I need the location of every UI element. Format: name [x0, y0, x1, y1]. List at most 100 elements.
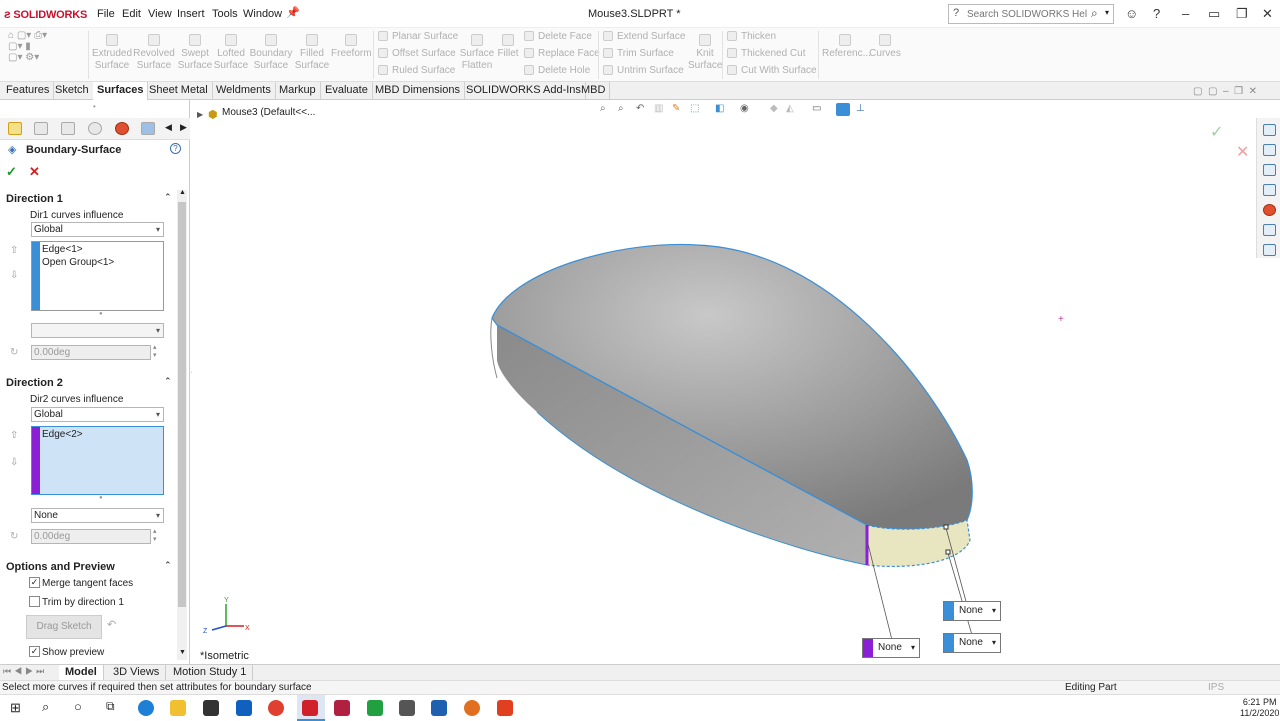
- firefox-icon[interactable]: [464, 700, 480, 716]
- restore-icon[interactable]: ▭: [1208, 6, 1220, 22]
- camtasia-icon[interactable]: [367, 700, 383, 716]
- file-explorer-icon[interactable]: [1263, 184, 1276, 196]
- planar-surface-button[interactable]: Planar Surface: [378, 31, 458, 42]
- confirm-corner-check-icon[interactable]: ✓: [1210, 122, 1223, 142]
- pane-left-arrow-icon[interactable]: ◀: [165, 122, 172, 133]
- reverse-direction-icon[interactable]: ↻: [10, 347, 18, 358]
- minimize-icon[interactable]: –: [1182, 6, 1189, 21]
- home-icon[interactable]: [1263, 124, 1276, 136]
- zoom-area-icon[interactable]: ⌕: [618, 103, 624, 114]
- curves-button[interactable]: Curves: [866, 34, 904, 60]
- scroll-up-icon[interactable]: ▲: [179, 189, 186, 196]
- search-icon[interactable]: ⌕: [1091, 6, 1098, 21]
- dimxpert-manager-icon[interactable]: [88, 122, 102, 135]
- status-units[interactable]: IPS: [1208, 682, 1224, 693]
- lofted-surface-button[interactable]: Lofted Surface: [213, 34, 249, 72]
- outlook-icon[interactable]: [236, 700, 252, 716]
- tab-mbd[interactable]: MBD: [577, 82, 611, 100]
- boundary-surface-button[interactable]: Boundary Surface: [249, 34, 293, 72]
- word-icon[interactable]: [431, 700, 447, 716]
- collapse-direction1-icon[interactable]: ⌃: [164, 192, 172, 203]
- pm-scrollbar[interactable]: ▲ ▼: [177, 189, 187, 660]
- trim-by-direction-checkbox[interactable]: [29, 596, 40, 607]
- file-explorer-icon[interactable]: [170, 700, 186, 716]
- cam-manager-icon[interactable]: [141, 122, 155, 135]
- cortana-icon[interactable]: ○: [74, 699, 82, 714]
- list-item[interactable]: Edge<1>: [42, 244, 83, 255]
- taskbar-clock[interactable]: 6:21 PM 11/2/2020: [1240, 697, 1279, 719]
- solidworks-taskbar-icon[interactable]: [302, 700, 318, 716]
- help-circle-icon[interactable]: ?: [170, 143, 181, 154]
- section-view-icon[interactable]: ▥: [654, 103, 663, 114]
- tab-sheet-metal[interactable]: Sheet Metal: [145, 82, 213, 100]
- tab-motion-study[interactable]: Motion Study 1: [167, 665, 254, 681]
- thickened-cut-button[interactable]: Thickened Cut: [727, 48, 805, 59]
- pin-icon[interactable]: 📌: [286, 6, 300, 19]
- feature-manager-icon[interactable]: [8, 122, 22, 135]
- delete-hole-button[interactable]: Delete Hole: [524, 65, 590, 76]
- edit-appearance-icon[interactable]: ◆: [770, 103, 778, 114]
- menu-insert[interactable]: Insert: [177, 8, 205, 20]
- resources-icon[interactable]: [1263, 144, 1276, 156]
- dir2-angle-spinner[interactable]: ▴ ▾: [153, 528, 157, 544]
- tab-model[interactable]: Model: [59, 665, 104, 681]
- graphics-area[interactable]: + Y X Z ▶ ⬢ Mouse3 (Default<<... *Isomet…: [192, 100, 1254, 664]
- property-manager-icon[interactable]: [34, 122, 48, 135]
- tree-path[interactable]: Mouse3 (Default<<...: [222, 107, 315, 118]
- fillet-button[interactable]: Fillet: [496, 34, 520, 60]
- edge-browser-icon[interactable]: [138, 700, 154, 716]
- surface-flatten-button[interactable]: Surface Flatten: [458, 34, 496, 72]
- search-box[interactable]: ? ⌕ ▾: [948, 4, 1114, 24]
- replace-face-button[interactable]: Replace Face: [524, 48, 600, 59]
- chrome-icon[interactable]: [268, 700, 284, 716]
- offset-surface-button[interactable]: Offset Surface: [378, 48, 456, 59]
- ok-check-icon[interactable]: ✓: [6, 164, 17, 180]
- tab-evaluate[interactable]: Evaluate: [321, 82, 373, 100]
- merge-tangent-checkbox[interactable]: ✓: [29, 577, 40, 588]
- tab-solidworks-add-ins[interactable]: SOLIDWORKS Add-Ins: [462, 82, 586, 100]
- tangency-callout[interactable]: None ▾: [862, 638, 920, 658]
- panel-grip-icon[interactable]: •: [93, 102, 96, 111]
- menu-edit[interactable]: Edit: [122, 8, 141, 20]
- maximize-icon[interactable]: ❐: [1236, 6, 1248, 22]
- list-item[interactable]: Edge<2>: [42, 429, 83, 440]
- reverse-direction-icon[interactable]: ↻: [10, 531, 18, 542]
- tab-scroll-arrows[interactable]: ⏮◀▶⏭: [3, 666, 47, 677]
- windows-start-icon[interactable]: ⊞: [10, 700, 21, 716]
- quick-access-toolbar[interactable]: ⌂ ▢▾ ⎙▾ ▢▾ ▮ ▢▾ ⚙▾: [8, 30, 47, 63]
- view-orientation-icon[interactable]: ⬚: [690, 103, 699, 114]
- show-preview-checkbox[interactable]: ✓: [29, 646, 40, 657]
- app-taskbar-icon[interactable]: [334, 700, 350, 716]
- pane-right-arrow-icon[interactable]: ▶: [180, 122, 187, 133]
- dir1-angle-spinner[interactable]: ▴ ▾: [153, 344, 157, 360]
- design-library-icon[interactable]: [1263, 164, 1276, 176]
- tab-mbd-dimensions[interactable]: MBD Dimensions: [371, 82, 465, 100]
- tree-expand-icon[interactable]: ▶: [197, 110, 203, 119]
- swept-surface-button[interactable]: Swept Surface: [175, 34, 215, 72]
- appearances-icon[interactable]: [1263, 204, 1276, 216]
- view-settings-icon[interactable]: ▭: [812, 103, 821, 114]
- dynamic-annotation-icon[interactable]: ✎: [672, 103, 680, 114]
- menu-view[interactable]: View: [148, 8, 172, 20]
- scroll-thumb[interactable]: [178, 202, 186, 607]
- dir2-influence-select[interactable]: Global ▾: [31, 407, 164, 422]
- isometric-view-icon[interactable]: [836, 103, 850, 116]
- user-icon[interactable]: ☺: [1125, 6, 1138, 21]
- forum-icon[interactable]: [1263, 244, 1276, 256]
- cancel-x-icon[interactable]: ✕: [29, 164, 40, 180]
- tab-surfaces[interactable]: Surfaces: [93, 82, 149, 100]
- dir2-curves-list[interactable]: Edge<2>: [31, 426, 164, 495]
- tab-sketch[interactable]: Sketch: [51, 82, 94, 100]
- menu-window[interactable]: Window: [243, 8, 282, 20]
- dir1-angle-field[interactable]: 0.00deg: [31, 345, 151, 360]
- move-up-icon[interactable]: ⇧: [10, 245, 18, 256]
- cut-with-surface-button[interactable]: Cut With Surface: [727, 65, 817, 76]
- apply-scene-icon[interactable]: ◭: [786, 103, 794, 114]
- delete-face-button[interactable]: Delete Face: [524, 31, 592, 42]
- move-up-icon[interactable]: ⇧: [10, 430, 18, 441]
- scroll-down-icon[interactable]: ▼: [179, 649, 186, 656]
- confirm-corner-cancel-icon[interactable]: ✕: [1236, 142, 1249, 162]
- previous-view-icon[interactable]: ↶: [636, 103, 644, 114]
- tangency-callout[interactable]: None ▾: [943, 601, 1001, 621]
- ruled-surface-button[interactable]: Ruled Surface: [378, 65, 455, 76]
